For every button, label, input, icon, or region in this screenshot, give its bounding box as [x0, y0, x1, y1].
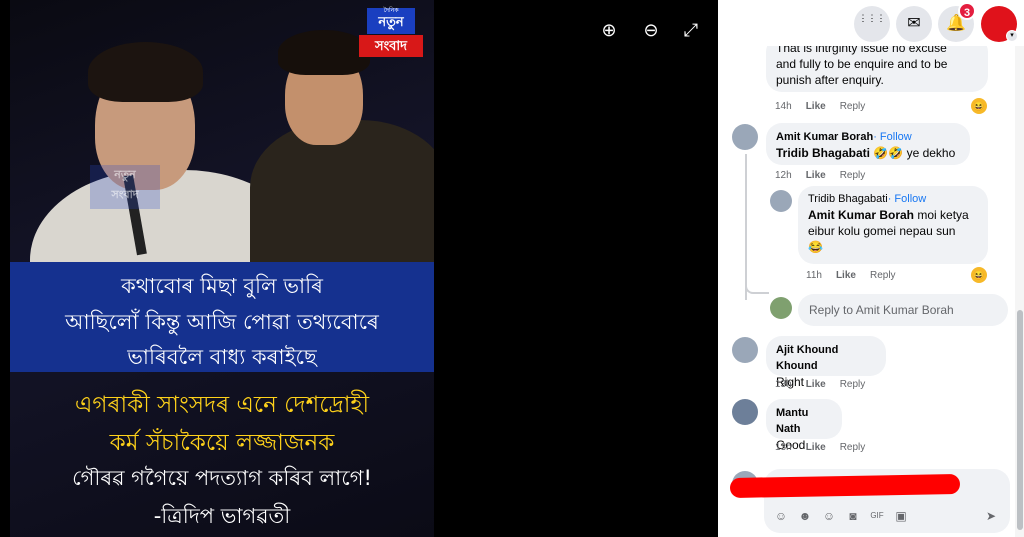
comment-meta: 11h Like Reply	[806, 270, 910, 281]
reply-link[interactable]: Reply	[840, 101, 866, 112]
smiley-icon[interactable]: ☺	[822, 509, 836, 523]
comment-bubble: Ajit Khound Khound Right	[766, 336, 886, 389]
comment-author[interactable]: Ajit Khound Khound	[776, 342, 876, 374]
reply-link[interactable]: Reply	[870, 270, 896, 281]
yellow-line-2: কৰ্ম সঁচাকৈয়ে লজ্জাজনক	[109, 430, 335, 456]
thread-connector	[745, 154, 769, 294]
reply-link[interactable]: Reply	[840, 170, 866, 181]
top-bar: ⋮⋮⋮ ✉ 🔔 3 ▾	[718, 0, 1024, 46]
scrollbar-thumb[interactable]	[1017, 310, 1023, 530]
like-link[interactable]: Like	[836, 270, 856, 281]
haha-reaction-icon[interactable]: 😆	[971, 267, 987, 283]
avatar	[770, 297, 792, 319]
watermark-top: নতুন	[114, 169, 136, 181]
avatar[interactable]	[770, 190, 792, 212]
yellow-line-1: এগৰাকী সাংসদৰ এনে দেশদ্ৰোহী	[74, 392, 370, 418]
comment-bubble: That is intrginty issue no excuse and fu…	[766, 46, 988, 92]
comment-text: punish after enquiry.	[776, 73, 884, 87]
headline-line-2: আছিলোঁ কিন্তু আজি পোৱা তথ্যবোৰে	[65, 310, 379, 334]
comment-time[interactable]: 13h	[775, 442, 792, 453]
comment-author-line: Tridib Bhagabati· Follow	[808, 191, 978, 207]
zoom-out-icon[interactable]: ⊖	[638, 17, 664, 43]
like-link[interactable]: Like	[806, 170, 826, 181]
comment-author[interactable]: Tridib Bhagabati	[808, 193, 888, 205]
news-logo: নতুন দৈনিক সংবাদ	[353, 8, 427, 58]
menu-grid-icon[interactable]: ⋮⋮⋮	[854, 6, 890, 42]
comment-meta: 13h Like Reply	[775, 442, 879, 453]
post-image[interactable]: নতুন সংবাদ নতুন দৈনিক সংবাদ কথাবোৰ মিছা ব…	[10, 0, 434, 537]
send-icon[interactable]: ➤	[984, 509, 998, 523]
comment-time[interactable]: 13h	[775, 379, 792, 390]
reply-link[interactable]: Reply	[840, 442, 866, 453]
comment-text: 🤣🤣 ye dekho	[870, 146, 956, 160]
logo-tiny-text: দৈনিক	[383, 8, 399, 14]
photo-viewer: নতুন সংবাদ নতুন দৈনিক সংবাদ কথাবোৰ মিছা ব…	[0, 0, 718, 537]
screen: নতুন সংবাদ নতুন দৈনিক সংবাদ কথাবোৰ মিছা ব…	[0, 0, 1024, 537]
comment-author[interactable]: Mantu Nath	[776, 405, 832, 437]
zoom-in-icon[interactable]: ⊕	[596, 17, 622, 43]
watermark-bottom: সংবাদ	[111, 189, 139, 201]
haha-reaction-icon[interactable]: 😆	[971, 98, 987, 114]
white-line-1: গৌৰৱ গগৈয়ে পদত্যাগ কৰিব লাগে!	[72, 466, 372, 490]
comment-bubble: Tridib Bhagabati· Follow Amit Kumar Bora…	[798, 186, 988, 264]
mention[interactable]: Tridib Bhagabati	[776, 146, 870, 160]
comment-emoji: 😂	[808, 240, 823, 254]
avatar-sticker-icon[interactable]: ☺	[774, 509, 788, 523]
sticker-icon[interactable]: ▣	[894, 509, 908, 523]
reply-link[interactable]: Reply	[840, 379, 866, 390]
headline-line-3: ভাৰিবলৈ বাধ্য কৰাইছে	[127, 345, 317, 369]
gif-icon[interactable]: GIF	[870, 509, 884, 523]
notification-count-badge: 3	[958, 2, 976, 20]
redaction-mark	[729, 473, 961, 499]
messenger-icon[interactable]: ✉	[896, 6, 932, 42]
comment-list: That is intrginty issue no excuse and fu…	[718, 46, 1014, 537]
comment-bubble: Amit Kumar Borah· Follow Tridib Bhagabat…	[766, 123, 970, 165]
comment-meta: 13h Like Reply	[775, 379, 879, 390]
like-link[interactable]: Like	[806, 442, 826, 453]
comments-panel: ⋮⋮⋮ ✉ 🔔 3 ▾ That is intrginty issue no e…	[718, 0, 1024, 537]
like-link[interactable]: Like	[806, 101, 826, 112]
author-attribution: -ত্ৰিদিপ ভাগৱতী	[153, 504, 291, 528]
mention[interactable]: Amit Kumar Borah	[808, 208, 914, 222]
follow-link[interactable]: · Follow	[873, 131, 912, 143]
fullscreen-icon[interactable]: ⤢	[678, 17, 704, 43]
comment-time[interactable]: 11h	[806, 270, 822, 281]
image-watermark: নতুন সংবাদ	[90, 165, 160, 209]
comment-author-line: Amit Kumar Borah· Follow	[776, 129, 960, 145]
account-caret-icon[interactable]: ▾	[1006, 30, 1018, 42]
comment-author[interactable]: Amit Kumar Borah	[776, 131, 873, 143]
headline-line-1: কথাবোৰ মিছা বুলি ভাৰি	[121, 274, 323, 298]
camera-icon[interactable]: ◙	[846, 509, 860, 523]
comment-meta: 12h Like Reply	[775, 170, 879, 181]
follow-link[interactable]: · Follow	[888, 193, 927, 205]
avatar[interactable]	[732, 124, 758, 150]
comment-time[interactable]: 12h	[775, 170, 792, 181]
comment-time[interactable]: 14h	[775, 101, 792, 112]
comment-text: and fully to be enquire and to be	[776, 57, 948, 71]
comment-text: That is intrginty issue no excuse	[776, 46, 947, 55]
speaker-hair	[88, 42, 203, 102]
reply-input[interactable]: Reply to Amit Kumar Borah	[798, 294, 1008, 326]
comment-meta: 14h Like Reply	[775, 101, 879, 112]
emoji-icon[interactable]: ☻	[798, 509, 812, 523]
avatar[interactable]	[732, 337, 758, 363]
like-link[interactable]: Like	[806, 379, 826, 390]
logo-bottom-text: সংবাদ	[359, 35, 423, 57]
avatar[interactable]	[732, 399, 758, 425]
comment-bubble: Mantu Nath Good	[766, 399, 842, 452]
